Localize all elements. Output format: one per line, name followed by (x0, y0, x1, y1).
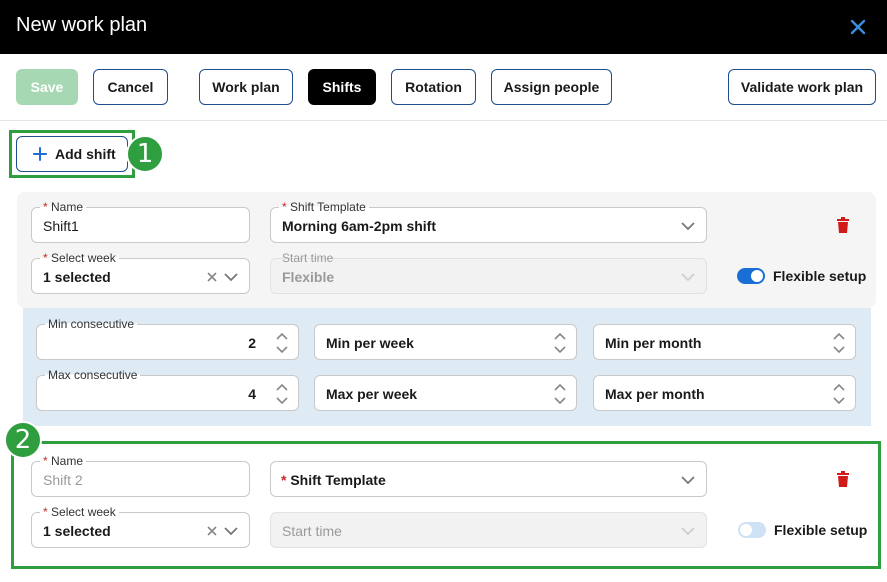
cancel-button[interactable]: Cancel (93, 69, 168, 105)
stepper-arrows-icon[interactable] (831, 330, 847, 356)
shift2-start-time-select: Start time (270, 512, 707, 548)
save-button[interactable]: Save (16, 69, 78, 105)
tab-work-plan[interactable]: Work plan (199, 69, 293, 105)
stepper-arrows-icon[interactable] (552, 330, 568, 356)
stepper-arrows-icon[interactable] (552, 381, 568, 407)
shift1-flexible-toggle[interactable] (737, 268, 765, 284)
shift2-name-field[interactable]: * Name Shift 2 (31, 454, 250, 497)
max-per-month-stepper[interactable]: Max per month (593, 375, 856, 411)
shift1-week-value: 1 selected (43, 269, 111, 285)
shift1-start-label: Start time (282, 251, 334, 265)
shift1-select-week[interactable]: * Select week 1 selected (31, 251, 250, 294)
shift2-name-placeholder: Shift 2 (43, 472, 83, 488)
shift2-flexible-toggle[interactable] (738, 522, 766, 538)
shift1-template-label: Shift Template (290, 200, 366, 214)
shift1-name-field[interactable]: * Name Shift1 (31, 200, 250, 243)
min-per-month-placeholder: Min per month (605, 335, 702, 351)
stepper-arrows-icon[interactable] (274, 381, 290, 407)
max-consecutive-stepper[interactable]: Max consecutive 4 (36, 368, 299, 411)
min-consecutive-value: 2 (248, 335, 256, 351)
shift1-start-time-select: Start time Flexible (270, 251, 707, 294)
shift1-template-select[interactable]: * Shift Template Morning 6am-2pm shift (270, 200, 707, 243)
min-per-month-stepper[interactable]: Min per month (593, 324, 856, 360)
shift1-name-value: Shift1 (43, 218, 79, 234)
max-per-week-placeholder: Max per week (326, 386, 418, 402)
callout-badge-2: 2 (4, 421, 42, 459)
stepper-arrows-icon[interactable] (274, 330, 290, 356)
shift2-week-value: 1 selected (43, 523, 111, 539)
validate-work-plan-button[interactable]: Validate work plan (728, 69, 876, 105)
shift2-flexible-label: Flexible setup (774, 522, 868, 538)
delete-shift1-icon[interactable] (835, 217, 851, 235)
tab-assign-people[interactable]: Assign people (491, 69, 612, 105)
chevron-down-icon (223, 270, 239, 284)
add-shift-button[interactable]: Add shift (16, 136, 128, 172)
stepper-arrows-icon[interactable] (831, 381, 847, 407)
max-consecutive-label: Max consecutive (45, 368, 141, 382)
delete-shift2-icon[interactable] (835, 471, 851, 489)
window-title: New work plan (16, 14, 148, 36)
shift2-template-placeholder: Shift Template (290, 472, 386, 488)
chevron-down-icon (680, 524, 696, 538)
chevron-down-icon (680, 473, 696, 487)
tab-rotation[interactable]: Rotation (391, 69, 476, 105)
max-per-month-placeholder: Max per month (605, 386, 705, 402)
clear-icon[interactable] (205, 524, 219, 538)
close-icon[interactable] (843, 12, 873, 42)
clear-icon[interactable] (205, 270, 219, 284)
min-per-week-stepper[interactable]: Min per week (314, 324, 577, 360)
shift2-week-label: Select week (51, 505, 116, 519)
shift1-name-label: Name (51, 200, 84, 214)
shift2-select-week[interactable]: * Select week 1 selected (31, 505, 250, 548)
tab-shifts[interactable]: Shifts (308, 69, 376, 105)
max-per-week-stepper[interactable]: Max per week (314, 375, 577, 411)
title-bar: New work plan (0, 0, 887, 54)
plus-icon (33, 147, 47, 161)
shift2-start-placeholder: Start time (282, 523, 342, 539)
toolbar-divider (0, 120, 887, 121)
min-per-week-placeholder: Min per week (326, 335, 414, 351)
min-consecutive-stepper[interactable]: Min consecutive 2 (36, 317, 299, 360)
chevron-down-icon (223, 524, 239, 538)
shift1-week-label: Select week (51, 251, 116, 265)
shift1-start-value: Flexible (282, 269, 335, 285)
max-consecutive-value: 4 (248, 386, 256, 402)
shift2-template-select[interactable]: * Shift Template (270, 461, 707, 497)
shift1-template-value: Morning 6am-2pm shift (282, 218, 437, 234)
shift1-flexible-label: Flexible setup (773, 268, 867, 284)
chevron-down-icon (680, 219, 696, 233)
callout-badge-1: 1 (126, 135, 164, 173)
chevron-down-icon (680, 270, 696, 284)
min-consecutive-label: Min consecutive (45, 317, 138, 331)
add-shift-label: Add shift (55, 146, 116, 162)
shift2-name-label: Name (51, 454, 84, 468)
